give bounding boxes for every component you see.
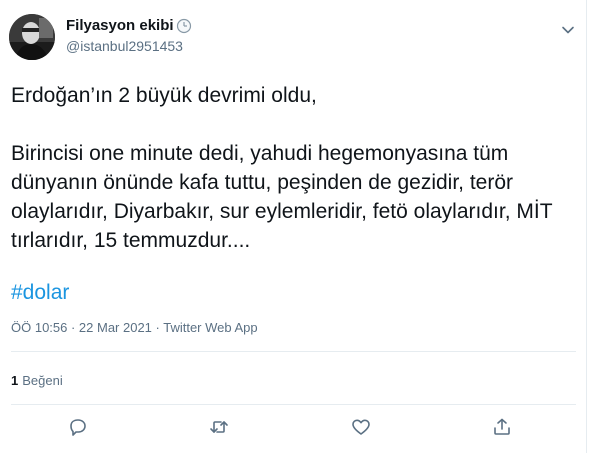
author-block: Filyasyon ekibi @istanbul2951453 xyxy=(66,16,192,55)
tweet-text: Erdoğan’ın 2 büyük devrimi oldu, Birinci… xyxy=(11,84,553,252)
divider xyxy=(11,351,576,352)
chevron-down-icon[interactable] xyxy=(560,22,576,38)
hashtag-link[interactable]: #dolar xyxy=(11,278,69,307)
author-name[interactable]: Filyasyon ekibi xyxy=(66,16,174,36)
heart-icon[interactable] xyxy=(350,416,372,438)
divider xyxy=(11,404,576,405)
avatar[interactable] xyxy=(9,14,55,60)
tweet-meta[interactable]: ÖÖ 10:56 · 22 Mar 2021 · Twitter Web App xyxy=(11,319,258,337)
like-label: Beğeni xyxy=(22,373,63,388)
tweet-card: Filyasyon ekibi @istanbul2951453 Erdoğan… xyxy=(0,0,587,453)
share-icon[interactable] xyxy=(491,416,513,438)
likes-stat[interactable]: 1 Beğeni xyxy=(11,372,63,390)
reply-icon[interactable] xyxy=(67,416,89,438)
clock-icon xyxy=(176,18,192,34)
retweet-icon[interactable] xyxy=(208,416,230,438)
like-count: 1 xyxy=(11,373,19,388)
action-bar xyxy=(11,416,576,446)
author-handle[interactable]: @istanbul2951453 xyxy=(66,37,192,55)
